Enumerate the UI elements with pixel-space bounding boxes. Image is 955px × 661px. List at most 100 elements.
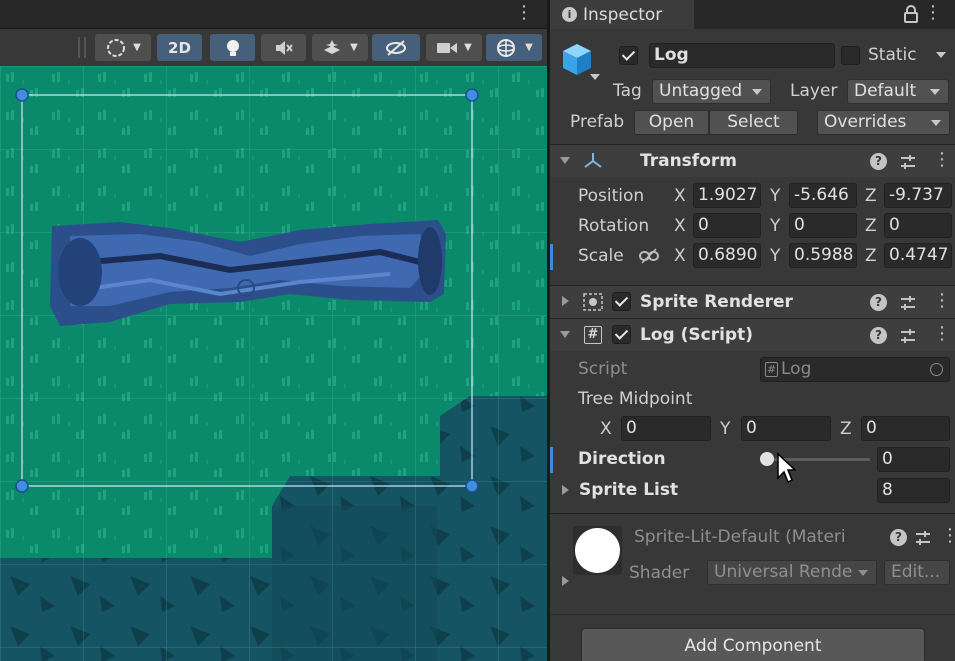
shader-dropdown[interactable]: Universal Rende xyxy=(707,560,877,585)
tab-inspector[interactable]: i Inspector xyxy=(550,0,694,29)
component-menu-icon[interactable]: ⋮ xyxy=(933,151,951,169)
axis-z-label[interactable]: Z xyxy=(865,186,877,206)
icon-picker-arrow[interactable] xyxy=(590,74,600,80)
rotation-y-field[interactable]: 0 xyxy=(789,213,857,238)
axis-x-label[interactable]: X xyxy=(674,246,686,266)
axis-x-label[interactable]: X xyxy=(674,216,686,236)
axis-y-label[interactable]: Y xyxy=(770,186,780,206)
transform-icon xyxy=(584,153,602,168)
lighting-toggle-button[interactable] xyxy=(210,34,255,61)
axis-z-label[interactable]: Z xyxy=(865,246,877,266)
shader-edit-button[interactable]: Edit... xyxy=(884,560,950,585)
info-icon: i xyxy=(562,7,577,22)
scale-y-field[interactable]: 0.5988 xyxy=(789,243,857,268)
direction-value-field[interactable]: 0 xyxy=(877,447,950,472)
scale-x-field[interactable]: 0.6890 xyxy=(693,243,761,268)
add-component-button[interactable]: Add Component xyxy=(581,628,925,661)
tag-dropdown[interactable]: Untagged xyxy=(652,79,771,104)
rotation-z-field[interactable]: 0 xyxy=(884,213,952,238)
component-menu-icon[interactable]: ⋮ xyxy=(933,292,951,310)
static-dropdown-arrow[interactable] xyxy=(936,52,946,58)
foldout-expanded-icon[interactable] xyxy=(560,157,570,164)
resize-handle-top-left[interactable] xyxy=(15,88,29,102)
log-script-enabled-checkbox[interactable] xyxy=(612,325,631,344)
rotation-label: Rotation xyxy=(578,216,650,236)
axis-x-label[interactable]: X xyxy=(600,419,612,439)
position-x-field[interactable]: 1.9027 xyxy=(693,183,761,208)
foldout-expanded-icon[interactable] xyxy=(560,331,570,338)
preset-icon[interactable] xyxy=(899,327,917,345)
preset-icon[interactable] xyxy=(899,153,917,171)
preset-icon[interactable] xyxy=(914,529,932,547)
sprite-list-size-field[interactable]: 8 xyxy=(877,478,950,503)
position-y-field[interactable]: -5.646 xyxy=(789,183,857,208)
prefab-open-button[interactable]: Open xyxy=(634,110,709,135)
axis-y-label[interactable]: Y xyxy=(770,246,780,266)
resize-handle-bottom-right[interactable] xyxy=(465,479,479,493)
inspector-more-icon[interactable]: ⋮ xyxy=(924,4,942,22)
static-checkbox[interactable] xyxy=(841,46,860,65)
help-icon[interactable]: ? xyxy=(870,153,887,170)
preset-icon[interactable] xyxy=(899,294,917,312)
object-picker-icon xyxy=(930,363,943,376)
scene-more-icon[interactable]: ⋮ xyxy=(515,4,533,22)
axis-x-label[interactable]: X xyxy=(674,186,686,206)
camera-icon xyxy=(437,42,458,53)
transform-header[interactable]: Transform ? ⋮ xyxy=(550,144,955,177)
camera-settings-dropdown[interactable]: ▼ xyxy=(426,34,482,61)
position-z-field[interactable]: -9.737 xyxy=(884,183,952,208)
prefab-overrides-dropdown[interactable]: Overrides xyxy=(817,110,950,135)
sprite-list-label[interactable]: Sprite List xyxy=(579,480,678,500)
tree-midpoint-label: Tree Midpoint xyxy=(578,389,693,409)
active-checkbox[interactable] xyxy=(619,46,638,65)
foldout-collapsed-icon[interactable] xyxy=(562,576,569,586)
object-name-field[interactable]: Log xyxy=(649,43,835,68)
axis-z-label[interactable]: Z xyxy=(865,216,877,236)
scene-canvas[interactable] xyxy=(0,66,547,661)
axis-y-label[interactable]: Y xyxy=(770,216,780,236)
tree-midpoint-z-field[interactable]: 0 xyxy=(861,416,950,441)
scene-view[interactable]: ⋮ ▼ 2D ▼ ▼ ▼ xyxy=(0,0,547,661)
gizmos-dropdown[interactable]: ▼ xyxy=(486,34,542,61)
material-sphere-icon xyxy=(575,528,620,573)
help-icon[interactable]: ? xyxy=(870,327,887,344)
direction-slider-thumb[interactable] xyxy=(760,452,774,466)
audio-toggle-button[interactable] xyxy=(261,34,306,61)
prefab-select-button[interactable]: Select xyxy=(709,110,798,135)
foldout-collapsed-icon[interactable] xyxy=(562,485,569,495)
section-divider xyxy=(550,513,955,514)
sprite-renderer-icon xyxy=(583,293,603,311)
hidden-eye-icon xyxy=(386,39,406,56)
draw-mode-dropdown[interactable]: ▼ xyxy=(95,34,151,61)
resize-handle-top-right[interactable] xyxy=(465,88,479,102)
shader-value: Universal Rende xyxy=(714,562,853,582)
layer-dropdown[interactable]: Default xyxy=(847,79,949,104)
effects-dropdown[interactable]: ▼ xyxy=(312,34,368,61)
help-icon[interactable]: ? xyxy=(890,529,907,546)
lock-icon[interactable] xyxy=(904,5,918,23)
help-icon[interactable]: ? xyxy=(870,294,887,311)
chevron-down-icon xyxy=(931,120,941,126)
scale-z-field[interactable]: 0.4747 xyxy=(884,243,952,268)
sprite-renderer-header[interactable]: Sprite Renderer ? ⋮ xyxy=(550,285,955,318)
link-icon[interactable] xyxy=(638,247,660,265)
axis-z-label[interactable]: Z xyxy=(840,419,852,439)
axis-y-label[interactable]: Y xyxy=(720,419,730,439)
toggle-2d-button[interactable]: 2D xyxy=(157,34,202,61)
rotation-x-field[interactable]: 0 xyxy=(693,213,761,238)
foldout-collapsed-icon[interactable] xyxy=(562,296,569,306)
log-script-title: Log (Script) xyxy=(640,325,753,345)
audio-mute-icon xyxy=(275,40,293,55)
shader-label: Shader xyxy=(629,563,690,583)
component-menu-icon[interactable]: ⋮ xyxy=(941,527,955,545)
tree-midpoint-y-field[interactable]: 0 xyxy=(741,416,831,441)
log-script-header[interactable]: # Log (Script) ? ⋮ xyxy=(550,318,955,351)
tree-midpoint-x-field[interactable]: 0 xyxy=(621,416,711,441)
lightbulb-icon xyxy=(226,39,239,56)
hidden-objects-toggle-button[interactable] xyxy=(372,34,420,61)
sprite-renderer-enabled-checkbox[interactable] xyxy=(612,292,631,311)
material-name: Sprite-Lit-Default (Materi xyxy=(634,527,846,547)
component-menu-icon[interactable]: ⋮ xyxy=(933,325,951,343)
direction-label: Direction xyxy=(578,449,666,469)
resize-handle-bottom-left[interactable] xyxy=(15,479,29,493)
